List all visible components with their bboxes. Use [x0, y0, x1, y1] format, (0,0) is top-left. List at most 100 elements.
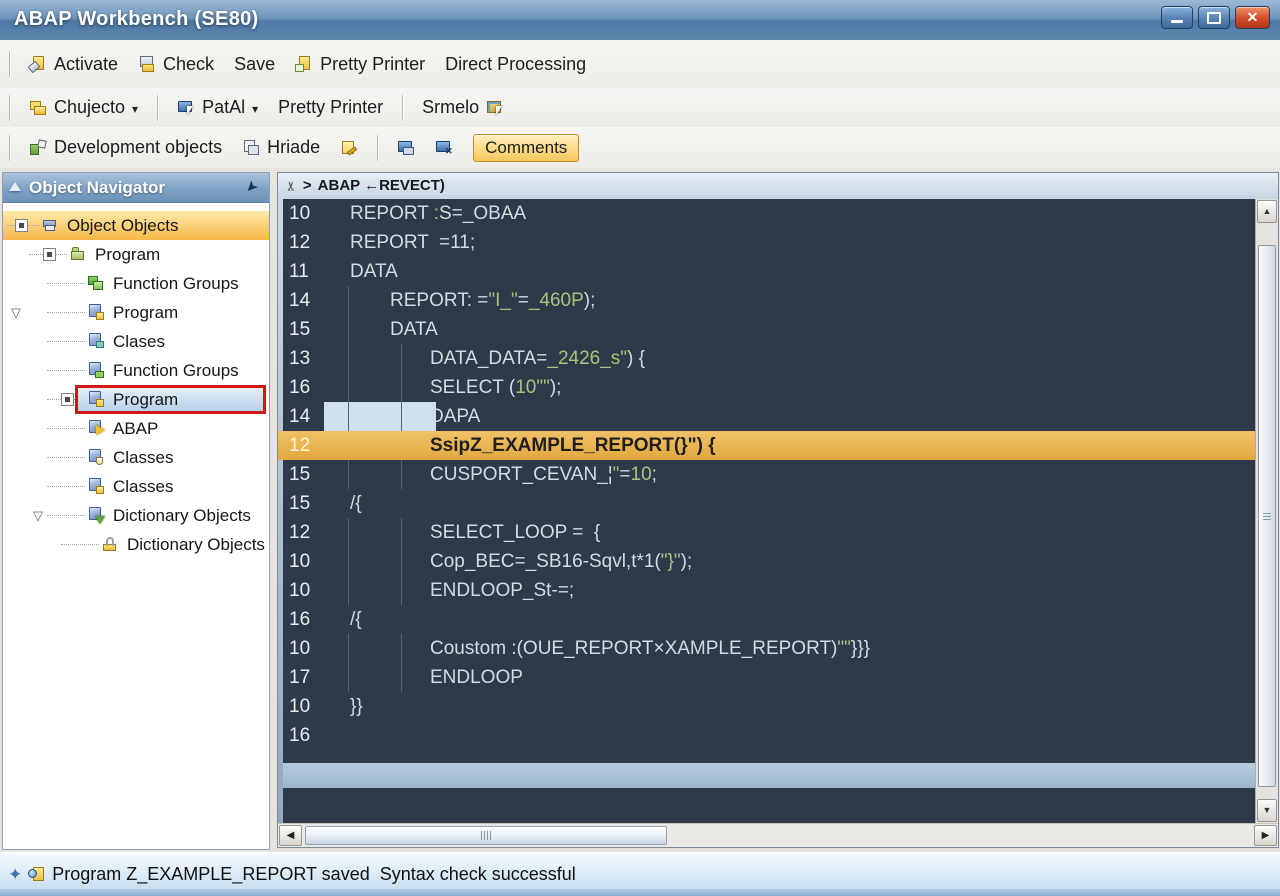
editor-breadcrumb-bar: > ABAP ←REVECT) [278, 173, 1278, 200]
tree-connector [47, 486, 85, 487]
sparkle-icon [8, 865, 22, 885]
code-content: ENDLOOP [330, 663, 1255, 692]
indent-guide [401, 460, 402, 489]
tree-item-label: Function Groups [113, 269, 239, 298]
expand-box[interactable] [43, 248, 56, 261]
code-text: CUSPORT_CEVAN_¦"=10; [430, 460, 657, 489]
tree-item-label: Classes [113, 472, 173, 501]
screen-copy-button[interactable] [397, 139, 415, 157]
indent-guide [348, 518, 349, 547]
classes-note-icon [87, 477, 105, 495]
code-line[interactable]: 16SELECT (10""); [278, 373, 1255, 402]
code-line[interactable]: 12SELECT_LOOP = { [278, 518, 1255, 547]
code-text: SsipZ_EXAMPLE_REPORT(}") { [430, 431, 716, 460]
code-line[interactable]: 11DATA [278, 257, 1255, 286]
tree-item-function-groups[interactable]: Function Groups [3, 356, 269, 385]
code-line[interactable]: 14DAPA [278, 402, 1255, 431]
tree-item-classes[interactable]: Classes [3, 472, 269, 501]
code-line-highlighted[interactable]: 12SsipZ_EXAMPLE_REPORT(}") { [278, 431, 1255, 460]
pin-icon[interactable] [243, 178, 261, 196]
indent-guide [348, 315, 349, 344]
horizontal-scrollbar[interactable] [278, 823, 1278, 847]
scroll-up-button[interactable] [1257, 200, 1277, 223]
code-line[interactable]: 10Coustom :(OUE_REPORT×XAMPLE_REPORT)""}… [278, 634, 1255, 663]
tree-item-program[interactable]: Program [3, 298, 269, 327]
code-line[interactable]: 15CUSPORT_CEVAN_¦"=10; [278, 460, 1255, 489]
tree-item-object-objects[interactable]: Object Objects [3, 211, 269, 240]
code-line[interactable]: 16 [278, 721, 1255, 750]
tree-item-label: Object Objects [67, 211, 179, 240]
code-line[interactable]: 10Cop_BEC=_SB16-Sqvl,t*1("}"); [278, 547, 1255, 576]
code-line[interactable]: 12 REPORT =11; [278, 228, 1255, 257]
code-area[interactable]: 10REPORT :S=_OBAA12 REPORT =11;11DATA14RE… [278, 199, 1255, 823]
code-text: DATA [350, 257, 398, 286]
scroll-left-button[interactable] [279, 825, 302, 846]
minimize-button[interactable] [1161, 6, 1193, 29]
tree-item-program[interactable]: Program [3, 240, 269, 269]
close-button[interactable]: ✕ [1235, 6, 1270, 29]
code-line[interactable]: 10ENDLOOP_St-=; [278, 576, 1255, 605]
srmelo-button[interactable]: Srmelo [422, 97, 504, 118]
tree-item-dictionary-objects[interactable]: Dictionary Objects [3, 501, 269, 530]
tree-item-classes[interactable]: Classes [3, 443, 269, 472]
tree-connector [47, 283, 85, 284]
comments-button[interactable]: Comments [473, 134, 579, 162]
main-area: Object Navigator Object ObjectsProgramFu… [0, 168, 1280, 852]
note-edit-button[interactable] [340, 139, 358, 157]
code-content: DAPA [330, 402, 1255, 431]
screen-pointer-icon [486, 99, 504, 117]
tree-item-function-groups[interactable]: Function Groups [3, 269, 269, 298]
pretty-printer-button[interactable]: Pretty Printer [278, 97, 383, 118]
code-line[interactable]: 15/{ [278, 489, 1255, 518]
activate-button[interactable]: Activate [29, 54, 118, 75]
code-line[interactable]: 14REPORT: ="I_"=_460P); [278, 286, 1255, 315]
scroll-down-button[interactable] [1257, 799, 1277, 822]
indent-guide [348, 634, 349, 663]
save-button[interactable]: Save [234, 54, 275, 75]
code-content: DATA_DATA=_2426_s") { [330, 344, 1255, 373]
direct-processing-button[interactable]: Direct Processing [445, 54, 586, 75]
line-number: 12 [289, 228, 329, 257]
editor-body[interactable]: 10REPORT :S=_OBAA12 REPORT =11;11DATA14RE… [278, 199, 1278, 823]
indent-guide [348, 663, 349, 692]
chujecto-button[interactable]: Chujecto [29, 97, 138, 118]
code-line[interactable]: 10}} [278, 692, 1255, 721]
hriade-button[interactable]: Hriade [242, 137, 320, 158]
code-content: /{ [330, 605, 1255, 634]
pretty-printer-button[interactable]: Pretty Printer [295, 54, 425, 75]
code-text: REPORT =11; [350, 228, 475, 257]
object-toolbar: Chujecto PatAl Pretty Printer Srmelo [0, 88, 1280, 128]
tree-item-abap[interactable]: ABAP [3, 414, 269, 443]
vertical-scroll-thumb[interactable] [1258, 245, 1276, 787]
tree-item-clases[interactable]: Clases [3, 327, 269, 356]
tree-item-label: Clases [113, 327, 165, 356]
code-line[interactable]: 17ENDLOOP [278, 663, 1255, 692]
check-button[interactable]: Check [138, 54, 214, 75]
tree-item-label: ABAP [113, 414, 158, 443]
expand-box[interactable] [61, 393, 74, 406]
code-text: DATA_DATA=_2426_s") { [430, 344, 645, 373]
vertical-scrollbar[interactable] [1255, 199, 1278, 823]
maximize-button[interactable] [1198, 6, 1230, 29]
expand-arrow-icon[interactable] [33, 501, 43, 530]
code-text: Coustom :(OUE_REPORT×XAMPLE_REPORT)""}}} [430, 634, 870, 663]
tree-item-program[interactable]: Program [3, 385, 269, 414]
scroll-right-button[interactable] [1254, 825, 1277, 846]
expand-arrow-icon[interactable] [11, 298, 21, 327]
code-line[interactable]: 13DATA_DATA=_2426_s") { [278, 344, 1255, 373]
tree-item-dictionary-objects[interactable]: Dictionary Objects [3, 530, 269, 559]
note-edit-icon [340, 139, 358, 157]
screen-close-button[interactable] [435, 139, 453, 157]
code-text: SELECT (10""); [430, 373, 561, 402]
development-objects-button[interactable]: Development objects [29, 137, 222, 158]
dev-toolbar: Development objects Hriade Comments [0, 127, 1280, 170]
patal-button[interactable]: PatAl [177, 97, 258, 118]
code-line[interactable]: 15DATA [278, 315, 1255, 344]
line-number: 16 [289, 605, 329, 634]
horizontal-scroll-thumb[interactable] [305, 826, 667, 845]
code-line[interactable]: 16/{ [278, 605, 1255, 634]
window-title: ABAP Workbench (SE80) [14, 0, 259, 39]
code-line[interactable]: 10REPORT :S=_OBAA [278, 199, 1255, 228]
indent-guide [401, 547, 402, 576]
expand-box[interactable] [15, 219, 28, 232]
